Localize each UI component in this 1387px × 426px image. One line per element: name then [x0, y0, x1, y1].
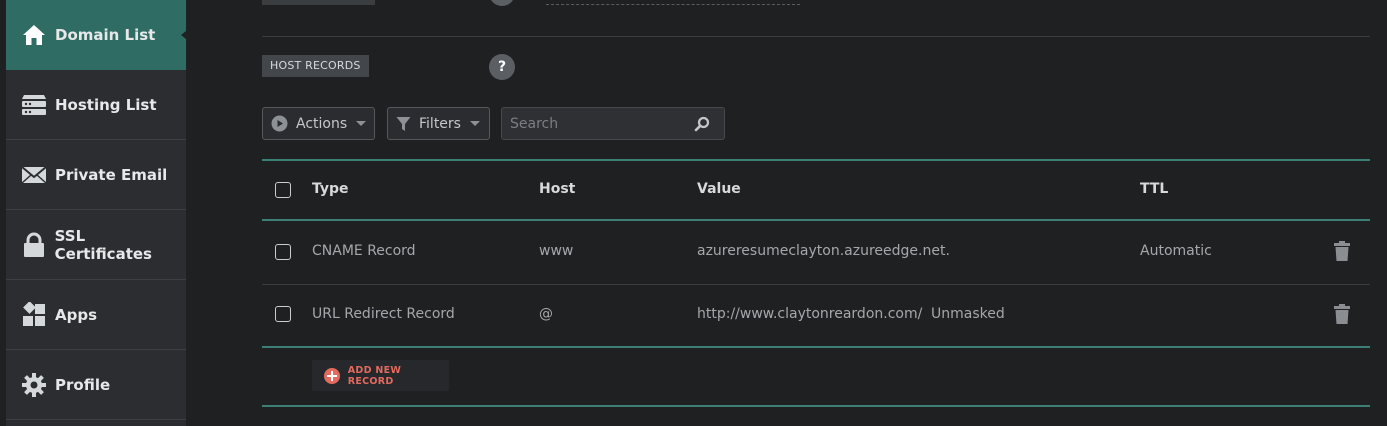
active-pointer — [181, 27, 191, 43]
sidebar-item-label: Hosting List — [55, 95, 157, 114]
lock-icon — [21, 232, 47, 258]
previous-dashed-field — [546, 4, 800, 5]
trash-icon[interactable] — [1333, 241, 1351, 261]
trash-icon[interactable] — [1333, 304, 1351, 324]
chevron-down-icon — [356, 121, 367, 126]
column-header-ttl[interactable]: TTL — [1140, 181, 1168, 197]
play-circle-icon — [271, 115, 288, 132]
record-value[interactable]: http://www.claytonreardon.com/ — [697, 306, 922, 322]
record-host[interactable]: www — [539, 243, 573, 259]
home-icon — [21, 22, 47, 48]
add-new-record-label: ADD NEW RECORD — [347, 364, 402, 387]
sidebar-item-label: SSL Certificates — [54, 226, 152, 263]
sidebar-item-label: Profile — [55, 375, 111, 394]
previous-section-label — [262, 0, 375, 5]
record-value[interactable]: azureresumeclayton.azureedge.net. — [697, 243, 950, 259]
search-input[interactable] — [510, 115, 690, 132]
sidebar-item-domain-list[interactable]: Domain List — [6, 0, 186, 70]
filter-icon — [396, 116, 411, 132]
column-header-host[interactable]: Host — [539, 181, 575, 197]
filters-label: Filters — [419, 115, 461, 132]
redirect-type[interactable]: Unmasked — [931, 306, 1005, 322]
sidebar-item-ssl-certificates[interactable]: SSL Certificates — [6, 210, 186, 280]
gear-icon — [21, 372, 47, 398]
plus-icon — [324, 367, 340, 384]
search-icon[interactable] — [694, 116, 710, 136]
previous-help-button[interactable] — [489, 0, 515, 6]
row-divider — [262, 284, 1370, 285]
chevron-down-icon — [469, 121, 480, 126]
sidebar-item-hosting-list[interactable]: Hosting List — [6, 70, 186, 140]
table-bottom-border — [262, 346, 1370, 348]
row-checkbox[interactable] — [275, 306, 291, 322]
section-divider — [262, 36, 1370, 37]
actions-label: Actions — [296, 115, 348, 132]
sidebar-item-private-email[interactable]: Private Email — [6, 140, 186, 210]
actions-dropdown[interactable]: Actions — [262, 107, 375, 140]
sidebar-item-profile[interactable]: Profile — [6, 350, 186, 420]
select-all-checkbox[interactable] — [275, 182, 291, 198]
record-host[interactable]: @ — [539, 306, 553, 322]
record-type[interactable]: CNAME Record — [312, 243, 416, 259]
add-new-record-button[interactable]: ADD NEW RECORD — [312, 360, 449, 391]
host-records-label: HOST RECORDS — [262, 55, 369, 77]
sidebar-item-label: Apps — [55, 305, 98, 324]
sidebar-item-label: Private Email — [55, 165, 168, 184]
envelope-icon — [21, 162, 47, 188]
column-header-value[interactable]: Value — [697, 181, 741, 197]
sidebar: Domain List Hosting List Private Email S… — [6, 0, 191, 426]
table-top-border — [262, 159, 1370, 161]
search-box — [501, 107, 725, 140]
sidebar-item-apps[interactable]: Apps — [6, 280, 186, 350]
table-header-border — [262, 219, 1370, 221]
record-type[interactable]: URL Redirect Record — [312, 306, 455, 322]
server-icon — [21, 92, 47, 118]
filters-dropdown[interactable]: Filters — [387, 107, 490, 140]
footer-border — [262, 405, 1370, 407]
record-ttl[interactable]: Automatic — [1140, 243, 1212, 259]
column-header-type[interactable]: Type — [312, 181, 349, 197]
host-records-help-button[interactable]: ? — [489, 54, 515, 80]
sidebar-item-label: Domain List — [55, 26, 156, 44]
apps-icon — [21, 301, 47, 328]
row-checkbox[interactable] — [275, 244, 291, 260]
